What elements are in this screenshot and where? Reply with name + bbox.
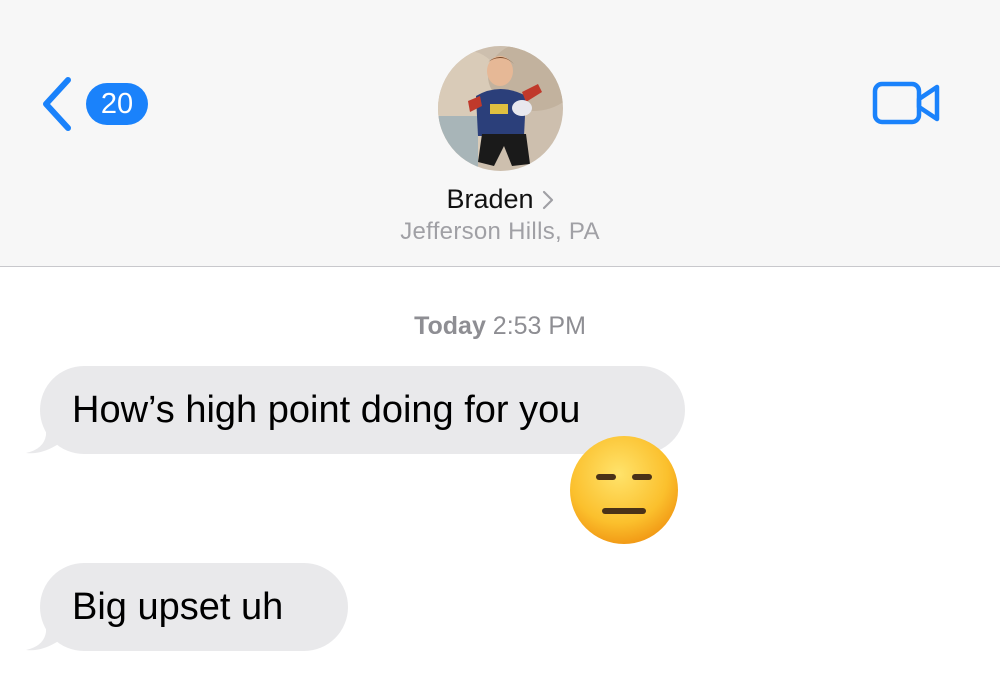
contact-name: Braden [446, 184, 534, 214]
timestamp-day: Today [414, 312, 486, 340]
timestamp-time: 2:53 PM [492, 312, 586, 340]
back-button[interactable]: 20 [38, 74, 148, 134]
message-text: Big upset uh [72, 585, 284, 628]
conversation-header: 20 Braden Jefferson Hills, PA [0, 0, 1000, 267]
expressionless-face-emoji [570, 436, 678, 544]
contact-location: Jefferson Hills, PA [400, 218, 600, 245]
message-timestamp: Today 2:53 PM [0, 312, 1000, 341]
contact-details-button[interactable]: Braden [0, 184, 1000, 215]
unread-count-badge: 20 [86, 83, 148, 125]
contact-photo [438, 46, 563, 171]
avatar[interactable] [438, 46, 563, 171]
incoming-message-bubble[interactable]: Big upset uh [40, 563, 348, 651]
chevron-left-icon [43, 77, 71, 131]
chevron-right-icon [542, 190, 553, 209]
message-text: How’s high point doing for you [72, 388, 581, 431]
video-camera-icon[interactable] [872, 79, 942, 127]
